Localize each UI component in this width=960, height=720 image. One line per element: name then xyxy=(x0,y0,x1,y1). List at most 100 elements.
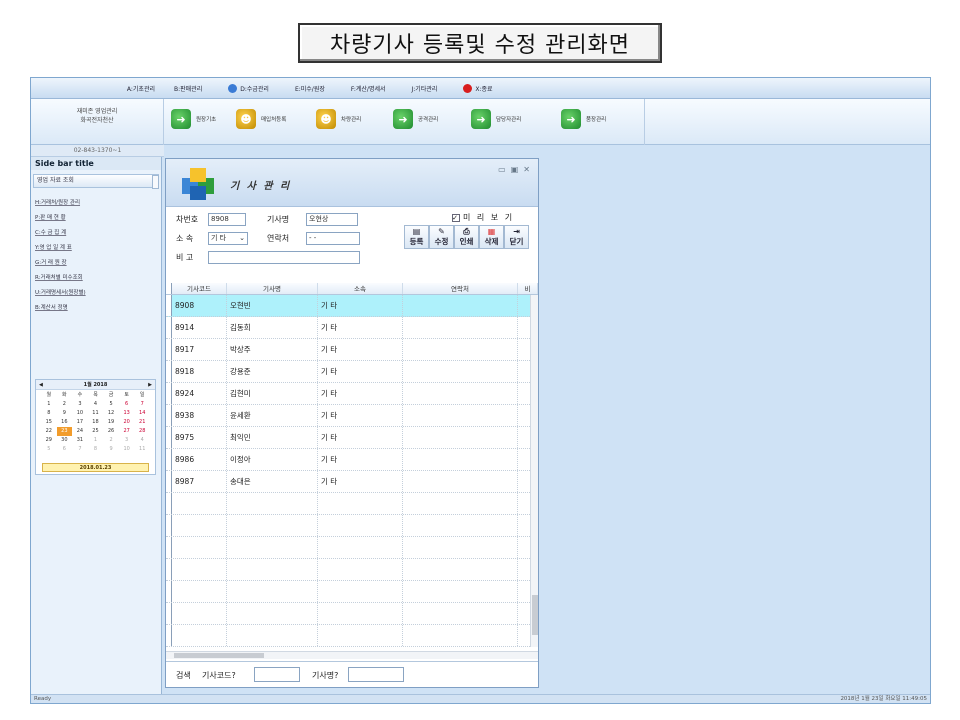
menu-basic[interactable]: A:기초관리 xyxy=(31,84,161,93)
calendar-day[interactable]: 22 xyxy=(41,427,57,436)
table-row[interactable]: 8975 최익민 기 타 xyxy=(166,427,538,449)
menu-exit[interactable]: X:종료 xyxy=(450,83,505,93)
calendar-day[interactable]: 3 xyxy=(72,400,88,409)
calendar-day[interactable]: 6 xyxy=(119,400,135,409)
note-field[interactable] xyxy=(208,251,360,264)
calendar-day[interactable]: 16 xyxy=(57,418,73,427)
close-button[interactable]: ⇥ 닫기 xyxy=(504,225,529,249)
sidebar-item-transactions[interactable]: G:거 래 원 장 xyxy=(35,256,161,271)
calendar-day[interactable]: 5 xyxy=(103,400,119,409)
close-icon[interactable]: ✕ xyxy=(523,165,530,174)
calendar-day[interactable]: 8 xyxy=(41,409,57,418)
edit-button[interactable]: ✎ 수정 xyxy=(429,225,454,249)
calendar-grid[interactable]: 월 화 수 목 금 토 일 1 2 3 4 5 6 7 8 9 10 11 12 13 14 15 16 17 18 19 20 21… xyxy=(36,390,155,455)
calendar-day[interactable]: 25 xyxy=(88,427,104,436)
table-row[interactable]: 8918 강용준 기 타 xyxy=(166,361,538,383)
maximize-icon[interactable]: ▣ xyxy=(511,165,519,174)
table-row[interactable] xyxy=(166,559,538,581)
table-row[interactable]: 8987 송대은 기 타 xyxy=(166,471,538,493)
calendar-day[interactable]: 7 xyxy=(72,445,88,454)
calendar-day[interactable]: 11 xyxy=(88,409,104,418)
calendar-day[interactable]: 10 xyxy=(119,445,135,454)
ribbon-staff[interactable]: ➜ 담당자관리 xyxy=(471,109,521,129)
sidebar-item-daily[interactable]: Y:영 업 일 계 표 xyxy=(35,241,161,256)
menu-ledger[interactable]: E:미수/원장 xyxy=(282,84,338,93)
driver-field[interactable]: 오현상 xyxy=(306,213,358,226)
calendar-day[interactable]: 27 xyxy=(119,427,135,436)
ribbon-vendor[interactable]: ☻ 매입처등록 xyxy=(236,109,286,129)
menu-statement[interactable]: F:계산/명세서 xyxy=(338,84,399,93)
col-affil[interactable]: 소속 xyxy=(318,283,403,294)
register-button[interactable]: ▤ 등록 xyxy=(404,225,429,249)
affil-select[interactable]: 기 타 ⌄ xyxy=(208,232,248,245)
calendar-day[interactable]: 31 xyxy=(72,436,88,445)
next-month-icon[interactable]: ▶ xyxy=(148,382,152,388)
table-row[interactable]: 8938 윤세환 기 타 xyxy=(166,405,538,427)
search-code-input[interactable] xyxy=(254,667,300,682)
ribbon-vehicle[interactable]: ☻ 차량관리 xyxy=(316,109,361,129)
calendar-day[interactable]: 6 xyxy=(57,445,73,454)
calendar-day[interactable]: 19 xyxy=(103,418,119,427)
menu-collection[interactable]: D:수금관리 xyxy=(215,83,282,93)
calendar-day[interactable]: 26 xyxy=(103,427,119,436)
calendar-day[interactable]: 9 xyxy=(57,409,73,418)
table-row[interactable]: 8917 박상주 기 타 xyxy=(166,339,538,361)
calendar-today[interactable]: 2018.01.23 xyxy=(42,463,149,472)
table-row[interactable]: 8914 김동희 기 타 xyxy=(166,317,538,339)
table-row[interactable]: 8986 이정아 기 타 xyxy=(166,449,538,471)
preview-toggle[interactable]: ✓ 미 리 보 기 xyxy=(452,212,514,223)
calendar-day[interactable]: 21 xyxy=(134,418,150,427)
table-row[interactable] xyxy=(166,515,538,537)
calendar-day[interactable]: 3 xyxy=(119,436,135,445)
calendar-day[interactable]: 5 xyxy=(41,445,57,454)
col-name[interactable]: 기사명 xyxy=(227,283,318,294)
calendar-day[interactable]: 1 xyxy=(88,436,104,445)
calendar-day[interactable]: 15 xyxy=(41,418,57,427)
calendar-day[interactable]: 12 xyxy=(103,409,119,418)
minimize-icon[interactable]: ▭ xyxy=(498,165,506,174)
table-row[interactable] xyxy=(166,581,538,603)
ribbon-product[interactable]: ➜ 품장관리 xyxy=(561,109,606,129)
calendar-day[interactable]: 28 xyxy=(134,427,150,436)
sidebar-section[interactable]: 영업 자료 조회 xyxy=(33,174,159,188)
sidebar-item-ledger[interactable]: H:거래처/원장 관리 xyxy=(35,196,161,211)
calendar-day[interactable]: 7 xyxy=(134,400,150,409)
calendar-day[interactable]: 4 xyxy=(134,436,150,445)
horizontal-scrollbar[interactable] xyxy=(166,651,538,659)
sidebar-item-invoice[interactable]: B:계산서 정명 xyxy=(35,301,161,316)
sidebar-item-receivables[interactable]: R:거래처별 미수조회 xyxy=(35,271,161,286)
col-code[interactable]: 기사코드 xyxy=(172,283,227,294)
calendar-day[interactable]: 10 xyxy=(72,409,88,418)
calendar-day[interactable]: 18 xyxy=(88,418,104,427)
calendar-day[interactable]: 24 xyxy=(72,427,88,436)
menu-sales[interactable]: B:판매관리 xyxy=(161,84,215,93)
table-row[interactable] xyxy=(166,493,538,515)
search-name-input[interactable] xyxy=(348,667,404,682)
calendar-day[interactable]: 11 xyxy=(134,445,150,454)
calendar-day[interactable]: 1 xyxy=(41,400,57,409)
sidebar-item-collection[interactable]: C:수 금 집 계 xyxy=(35,226,161,241)
table-row[interactable] xyxy=(166,603,538,625)
calendar-day[interactable]: 4 xyxy=(88,400,104,409)
calendar-day[interactable]: 2 xyxy=(57,400,73,409)
calendar-day[interactable]: 8 xyxy=(88,445,104,454)
sidebar-scroll[interactable] xyxy=(152,175,159,189)
table-row[interactable]: 8908 오현빈 기 타 xyxy=(166,295,538,317)
calendar[interactable]: ◀ 1월 2018 ▶ 월 화 수 목 금 토 일 1 2 3 4 5 6 7 8 9 10 11 12 13 14 15… xyxy=(35,379,156,475)
col-contact[interactable]: 연락처 xyxy=(403,283,518,294)
ribbon-supply[interactable]: ➜ 공격관리 xyxy=(393,109,438,129)
delete-button[interactable]: ▦ 삭제 xyxy=(479,225,504,249)
calendar-day[interactable]: 9 xyxy=(103,445,119,454)
prev-month-icon[interactable]: ◀ xyxy=(39,382,43,388)
table-row[interactable]: 8924 김현미 기 타 xyxy=(166,383,538,405)
contact-field[interactable]: - - xyxy=(306,232,360,245)
menu-etc[interactable]: J:기타관리 xyxy=(399,84,451,93)
calendar-day[interactable]: 17 xyxy=(72,418,88,427)
col-note[interactable]: 비 xyxy=(518,283,538,294)
sidebar-item-sales[interactable]: P:판 매 현 황 xyxy=(35,211,161,226)
calendar-day[interactable]: 14 xyxy=(134,409,150,418)
calendar-day[interactable]: 29 xyxy=(41,436,57,445)
calendar-day[interactable]: 2 xyxy=(103,436,119,445)
sidebar-item-statement[interactable]: U:거래명세서(원장별) xyxy=(35,286,161,301)
calendar-day[interactable]: 30 xyxy=(57,436,73,445)
